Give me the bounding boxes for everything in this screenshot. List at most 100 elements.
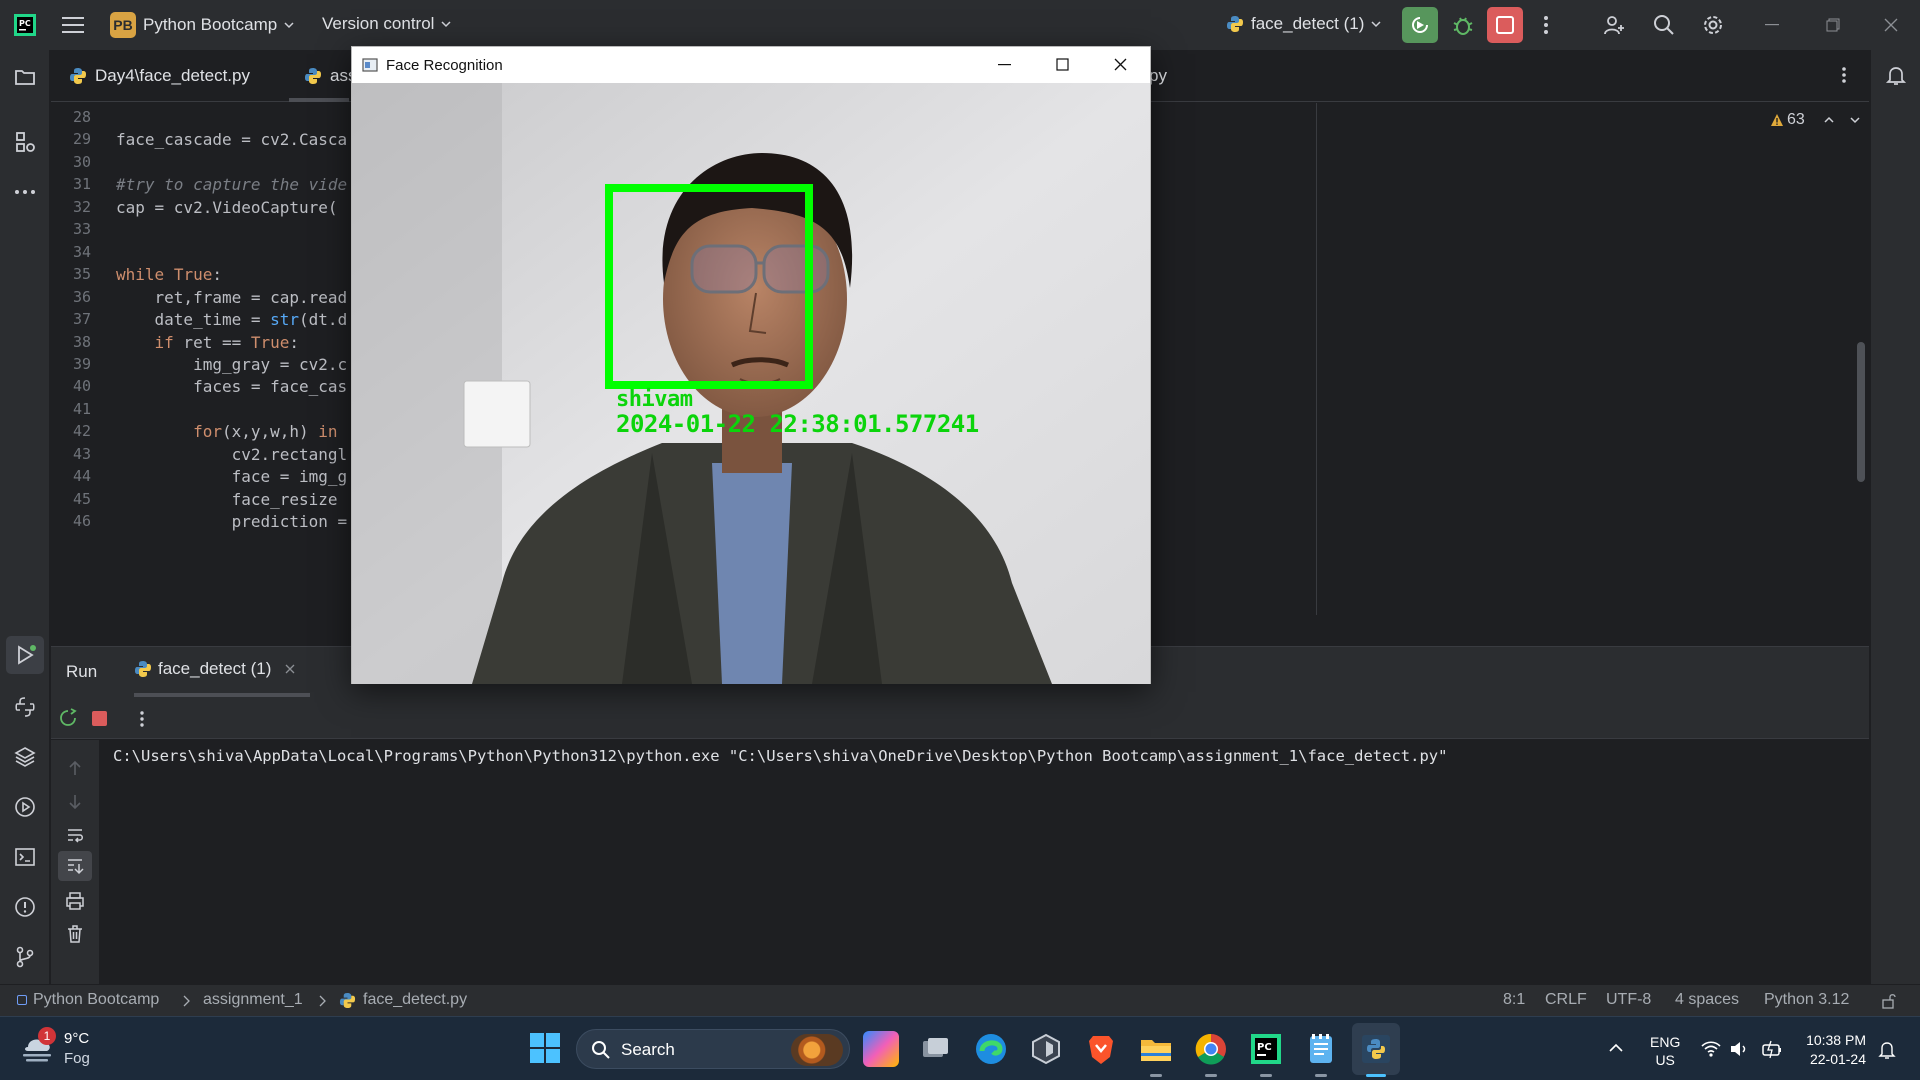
python-interpreter[interactable]: Python 3.12: [1764, 991, 1849, 1009]
more-vertical-icon[interactable]: [1841, 66, 1847, 84]
chevron-down-icon: [1371, 21, 1381, 28]
run-tool-button[interactable]: [6, 636, 44, 674]
right-tool-strip: [1870, 50, 1920, 984]
windows-start-icon[interactable]: [530, 1033, 560, 1063]
stop-button[interactable]: [1487, 7, 1523, 43]
cursor-position[interactable]: 8:1: [1503, 991, 1525, 1009]
line-number: 37: [72, 310, 91, 329]
hamburger-menu-icon[interactable]: [62, 15, 84, 35]
debug-button[interactable]: [1451, 13, 1475, 37]
stop-icon[interactable]: [92, 711, 107, 726]
editor-scrollbar[interactable]: [1857, 342, 1865, 482]
file-explorer-icon[interactable]: [1138, 1031, 1174, 1067]
rerun-icon: [1412, 17, 1428, 33]
wifi-icon[interactable]: [1701, 1040, 1721, 1058]
language-indicator[interactable]: ENG US: [1650, 1033, 1680, 1069]
breadcrumb-project[interactable]: Python Bootcamp: [33, 991, 159, 1009]
version-control-menu[interactable]: Version control: [322, 14, 451, 34]
restore-icon[interactable]: [1826, 18, 1840, 32]
rerun-icon[interactable]: [58, 708, 78, 728]
trash-icon[interactable]: [65, 924, 85, 944]
clock[interactable]: 10:38 PM 22-01-24: [1790, 1031, 1866, 1069]
tab-day4-face-detect[interactable]: Day4\face_detect.py: [69, 50, 250, 102]
run-config-selector[interactable]: face_detect (1): [1226, 14, 1381, 34]
more-horizontal-icon[interactable]: [13, 180, 37, 204]
brave-browser-icon[interactable]: [1083, 1031, 1119, 1067]
python-app-icon[interactable]: [1358, 1031, 1394, 1067]
webcam-feed: shivam 2024-01-22 22:38:01.577241: [352, 83, 1150, 684]
more-vertical-icon[interactable]: [1543, 15, 1549, 35]
face-window-title: Face Recognition: [386, 56, 503, 74]
add-user-icon[interactable]: [1602, 13, 1626, 37]
folder-icon[interactable]: [13, 65, 37, 89]
line-number: 31: [72, 175, 91, 194]
task-running-indicator: [1150, 1074, 1162, 1077]
breadcrumb-folder[interactable]: assignment_1: [203, 991, 303, 1009]
editor-split-divider: [1316, 103, 1317, 615]
task-view-icon[interactable]: [918, 1031, 954, 1067]
search-icon[interactable]: [1652, 13, 1676, 37]
project-name: Python Bootcamp: [143, 15, 278, 34]
chevron-up-icon[interactable]: [1609, 1043, 1623, 1053]
indent-setting[interactable]: 4 spaces: [1675, 991, 1739, 1009]
structure-icon[interactable]: [13, 130, 37, 154]
chevron-up-icon[interactable]: [1823, 114, 1835, 126]
line-separator[interactable]: CRLF: [1545, 991, 1587, 1009]
close-icon[interactable]: [1884, 18, 1898, 32]
pycharm-logo-icon[interactable]: PC: [14, 14, 36, 36]
volume-icon[interactable]: [1729, 1040, 1749, 1058]
minimize-icon[interactable]: [998, 64, 1011, 66]
line-number: 34: [72, 242, 91, 261]
print-icon[interactable]: [65, 891, 85, 911]
scroll-end-toggle[interactable]: [58, 851, 92, 881]
language-code: ENG: [1650, 1034, 1681, 1050]
problems-icon[interactable]: [13, 895, 37, 919]
file-encoding[interactable]: UTF-8: [1606, 991, 1651, 1009]
notepad-icon[interactable]: [1303, 1031, 1339, 1067]
tab-label: py: [1149, 66, 1167, 85]
tool-window-strip: [0, 50, 50, 984]
pycharm-taskbar-icon[interactable]: PC: [1248, 1031, 1284, 1067]
run-panel-title: Run: [66, 662, 98, 681]
more-vertical-icon[interactable]: [139, 710, 145, 728]
close-icon[interactable]: [1114, 58, 1127, 71]
project-selector[interactable]: PB Python Bootcamp: [110, 12, 294, 38]
chrome-browser-icon[interactable]: [1193, 1031, 1229, 1067]
tab-third-file[interactable]: py: [1149, 50, 1167, 102]
maximize-icon[interactable]: [1056, 58, 1069, 71]
console-output[interactable]: C:\Users\shiva\AppData\Local\Programs\Py…: [113, 747, 1447, 765]
face-recognition-window[interactable]: Face Recognition shivam 2024-01-22 22:38…: [351, 46, 1151, 684]
terminal-icon[interactable]: [13, 845, 37, 869]
python-console-icon[interactable]: [13, 695, 37, 719]
chevron-down-icon[interactable]: [1849, 114, 1861, 126]
arrow-up-icon[interactable]: [65, 758, 85, 778]
code-line: faces = face_cas: [116, 377, 348, 397]
layers-icon[interactable]: [13, 745, 37, 769]
lock-icon[interactable]: [1881, 993, 1897, 1009]
bell-icon[interactable]: [1884, 63, 1908, 87]
face-window-titlebar[interactable]: Face Recognition: [352, 47, 1150, 83]
inspection-widget[interactable]: 63: [1770, 111, 1861, 129]
arrow-down-icon[interactable]: [65, 792, 85, 812]
edge-browser-icon[interactable]: [973, 1031, 1009, 1067]
search-icon: [592, 1041, 610, 1059]
battery-icon[interactable]: [1761, 1039, 1783, 1059]
copilot-icon[interactable]: [863, 1031, 899, 1067]
taskbar-search-box[interactable]: Search: [576, 1029, 850, 1069]
unity-hub-icon[interactable]: [1028, 1031, 1064, 1067]
tab-run-config[interactable]: face_detect (1): [134, 659, 295, 679]
search-highlight-icon: [791, 1034, 843, 1066]
git-icon[interactable]: [13, 945, 37, 969]
gear-icon[interactable]: [1701, 13, 1725, 37]
soft-wrap-icon[interactable]: [65, 825, 85, 845]
close-icon[interactable]: [285, 664, 295, 674]
rerun-button[interactable]: [1402, 7, 1438, 43]
line-number: 45: [72, 489, 91, 508]
tab-assignment-face-detect[interactable]: ass: [304, 50, 356, 102]
line-number: 30: [72, 152, 91, 171]
notification-bell-icon[interactable]: [1878, 1040, 1896, 1060]
breadcrumb-file[interactable]: face_detect.py: [363, 991, 467, 1009]
minimize-icon[interactable]: [1765, 24, 1779, 26]
scroll-end-icon: [68, 859, 84, 875]
services-icon[interactable]: [13, 795, 37, 819]
